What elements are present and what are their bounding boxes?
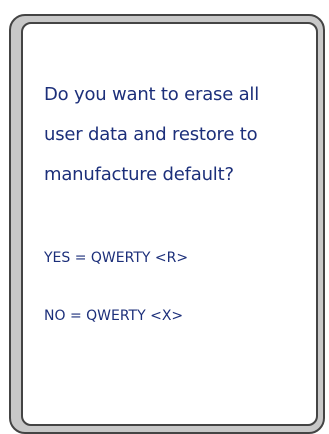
- factory-reset-prompt: Do you want to erase all user data and r…: [44, 84, 260, 185]
- yes-option-label: YES = QWERTY <R>: [44, 250, 189, 266]
- no-option-label: NO = QWERTY <X>: [44, 308, 184, 324]
